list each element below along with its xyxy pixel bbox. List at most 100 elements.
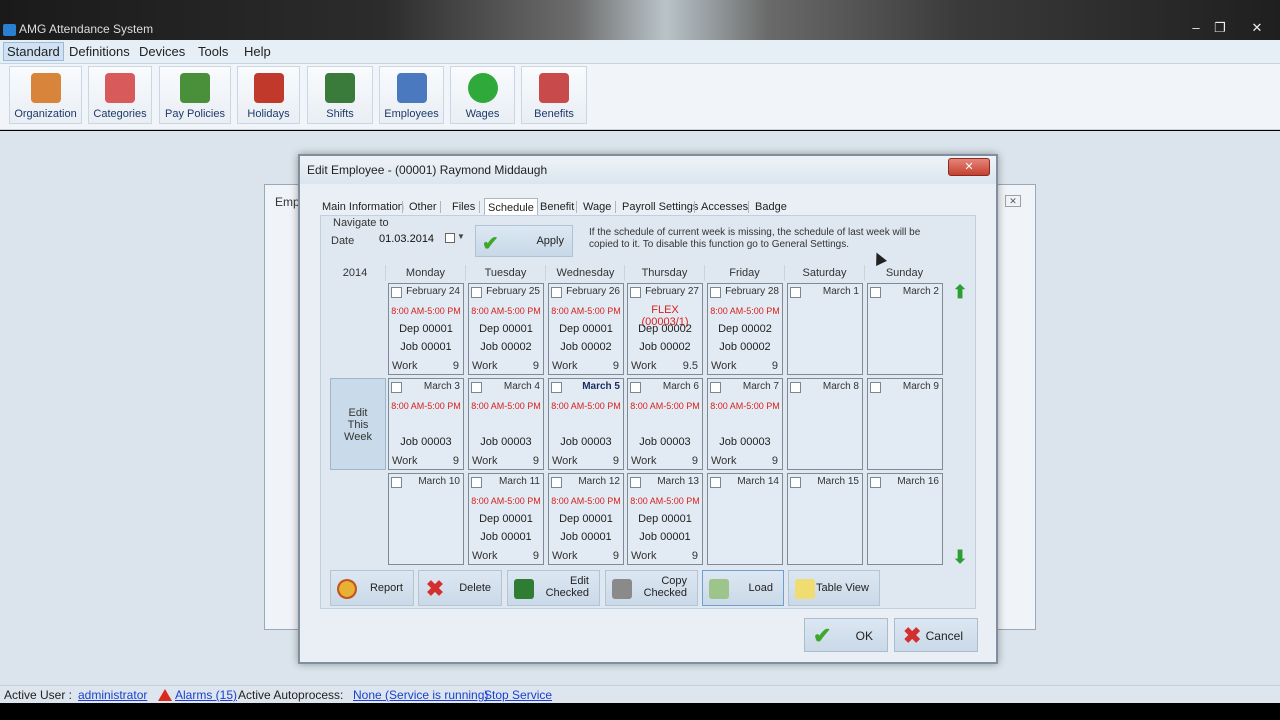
day-checkbox[interactable] bbox=[710, 477, 721, 488]
day-cell[interactable]: March 16 bbox=[867, 473, 943, 565]
day-cell[interactable]: February 27 FLEX (00003/1) Dep 00002 Job 00… bbox=[627, 283, 703, 375]
work-type: Work bbox=[472, 550, 498, 562]
day-checkbox[interactable] bbox=[870, 287, 881, 298]
restore-button[interactable]: ❐ bbox=[1210, 20, 1230, 36]
menu-definitions[interactable]: Definitions bbox=[66, 44, 133, 59]
edit-checked-button[interactable]: Edit Checked bbox=[507, 570, 600, 606]
table-view-label: Table View bbox=[816, 582, 869, 594]
tab-schedule[interactable]: Schedule bbox=[484, 198, 538, 216]
day-checkbox[interactable] bbox=[391, 382, 402, 393]
load-button[interactable]: Load bbox=[702, 570, 784, 606]
day-cell[interactable]: March 7 8:00 AM-5:00 PM Job 00003 Work 9 bbox=[707, 378, 783, 470]
day-cell[interactable]: March 14 bbox=[707, 473, 783, 565]
tab-payroll-settings[interactable]: Payroll Settings bbox=[622, 198, 698, 216]
week-row-header[interactable] bbox=[330, 473, 386, 565]
tab-files[interactable]: Files bbox=[452, 198, 475, 216]
day-cell[interactable]: March 15 bbox=[787, 473, 863, 565]
day-cell[interactable]: February 24 8:00 AM-5:00 PM Dep 00001 Job 0… bbox=[388, 283, 464, 375]
menu-help[interactable]: Help bbox=[241, 44, 274, 59]
wages-button[interactable]: Wages bbox=[450, 66, 515, 124]
ok-button[interactable]: ✔ OK bbox=[804, 618, 888, 652]
day-checkbox[interactable] bbox=[471, 287, 482, 298]
day-header-thursday: Thursday bbox=[624, 265, 704, 281]
background-window-close-icon[interactable]: ✕ bbox=[1005, 195, 1021, 207]
day-checkbox[interactable] bbox=[391, 477, 402, 488]
day-checkbox[interactable] bbox=[870, 382, 881, 393]
cancel-button[interactable]: ✖ Cancel bbox=[894, 618, 978, 652]
day-checkbox[interactable] bbox=[630, 287, 641, 298]
day-cell[interactable]: March 10 bbox=[388, 473, 464, 565]
pay-policies-button[interactable]: Pay Policies bbox=[159, 66, 231, 124]
day-checkbox[interactable] bbox=[471, 382, 482, 393]
dialog-close-button[interactable]: ✕ bbox=[948, 158, 990, 176]
day-checkbox[interactable] bbox=[790, 382, 801, 393]
edit-this-week-button[interactable]: Edit This Week bbox=[330, 378, 386, 470]
day-cell[interactable]: March 4 8:00 AM-5:00 PM Job 00003 Work 9 bbox=[468, 378, 544, 470]
menu-tools[interactable]: Tools bbox=[195, 44, 231, 59]
tab-other[interactable]: Other bbox=[409, 198, 437, 216]
arrow-up-icon[interactable]: ⬆ bbox=[949, 282, 971, 304]
active-user-link[interactable]: administrator bbox=[78, 688, 147, 702]
benefits-label: Benefits bbox=[534, 108, 574, 120]
stop-service-link[interactable]: Stop Service bbox=[484, 688, 552, 702]
day-checkbox[interactable] bbox=[551, 287, 562, 298]
tab-badge[interactable]: Badge bbox=[755, 198, 787, 216]
day-cell[interactable]: February 28 8:00 AM-5:00 PM Dep 00002 Job 0… bbox=[707, 283, 783, 375]
day-cell[interactable]: March 1 bbox=[787, 283, 863, 375]
date-field[interactable]: 01.03.2014 bbox=[377, 231, 469, 249]
day-cell[interactable]: March 6 8:00 AM-5:00 PM Job 00003 Work 9 bbox=[627, 378, 703, 470]
day-cell[interactable]: February 26 8:00 AM-5:00 PM Dep 00001 Job 0… bbox=[548, 283, 624, 375]
week-row-header[interactable] bbox=[330, 283, 386, 375]
job: Job 00003 bbox=[400, 436, 452, 448]
service-status-link[interactable]: None (Service is running) bbox=[353, 688, 488, 702]
tab-accesses[interactable]: Accesses bbox=[701, 198, 748, 216]
tab-main-information[interactable]: Main Information bbox=[322, 198, 404, 216]
day-cell[interactable]: March 8 bbox=[787, 378, 863, 470]
day-checkbox[interactable] bbox=[471, 477, 482, 488]
day-checkbox[interactable] bbox=[391, 287, 402, 298]
employees-button[interactable]: Employees bbox=[379, 66, 444, 124]
day-checkbox[interactable] bbox=[790, 287, 801, 298]
job: Job 00003 bbox=[480, 436, 532, 448]
organization-button[interactable]: Organization bbox=[9, 66, 82, 124]
day-cell[interactable]: March 5 8:00 AM-5:00 PM Job 00003 Work 9 bbox=[548, 378, 624, 470]
day-checkbox[interactable] bbox=[551, 477, 562, 488]
day-checkbox[interactable] bbox=[790, 477, 801, 488]
day-checkbox[interactable] bbox=[870, 477, 881, 488]
table-view-button[interactable]: Table View bbox=[788, 570, 880, 606]
day-checkbox[interactable] bbox=[710, 382, 721, 393]
menu-standard[interactable]: Standard bbox=[3, 42, 64, 61]
tab-separator bbox=[402, 201, 403, 213]
delete-button[interactable]: ✖ Delete bbox=[418, 570, 502, 606]
menu-devices[interactable]: Devices bbox=[136, 44, 188, 59]
alarms-link[interactable]: Alarms (15) bbox=[175, 688, 237, 702]
copy-checked-label: Copy Checked bbox=[643, 575, 687, 599]
job: Job 00002 bbox=[639, 341, 691, 353]
day-cell[interactable]: March 13 8:00 AM-5:00 PM Dep 00001 Job 0000… bbox=[627, 473, 703, 565]
tab-wage[interactable]: Wage bbox=[583, 198, 611, 216]
day-cell[interactable]: March 3 8:00 AM-5:00 PM Job 00003 Work 9 bbox=[388, 378, 464, 470]
day-checkbox[interactable] bbox=[710, 287, 721, 298]
day-checkbox[interactable] bbox=[551, 382, 562, 393]
holidays-button[interactable]: Holidays bbox=[237, 66, 300, 124]
chevron-down-icon[interactable]: ▼ bbox=[457, 232, 465, 241]
day-cell[interactable]: March 12 8:00 AM-5:00 PM Dep 00001 Job 0000… bbox=[548, 473, 624, 565]
day-checkbox[interactable] bbox=[630, 382, 641, 393]
benefits-button[interactable]: Benefits bbox=[521, 66, 587, 124]
shifts-button[interactable]: Shifts bbox=[307, 66, 373, 124]
copy-checked-button[interactable]: Copy Checked bbox=[605, 570, 698, 606]
day-cell[interactable]: March 9 bbox=[867, 378, 943, 470]
tab-benefit[interactable]: Benefit bbox=[540, 198, 574, 216]
day-cell[interactable]: March 2 bbox=[867, 283, 943, 375]
day-checkbox[interactable] bbox=[630, 477, 641, 488]
arrow-down-icon[interactable]: ⬇ bbox=[949, 547, 971, 569]
tab-separator bbox=[479, 201, 480, 213]
day-cell[interactable]: March 11 8:00 AM-5:00 PM Dep 00001 Job 0000… bbox=[468, 473, 544, 565]
categories-button[interactable]: Categories bbox=[88, 66, 152, 124]
calendar-picker-icon[interactable] bbox=[445, 233, 455, 243]
apply-button[interactable]: ✔ Apply bbox=[475, 225, 573, 257]
close-button[interactable]: ✕ bbox=[1247, 20, 1267, 36]
report-button[interactable]: Report bbox=[330, 570, 414, 606]
minimize-button[interactable]: – bbox=[1186, 20, 1206, 35]
day-cell[interactable]: February 25 8:00 AM-5:00 PM Dep 00001 Job 0… bbox=[468, 283, 544, 375]
